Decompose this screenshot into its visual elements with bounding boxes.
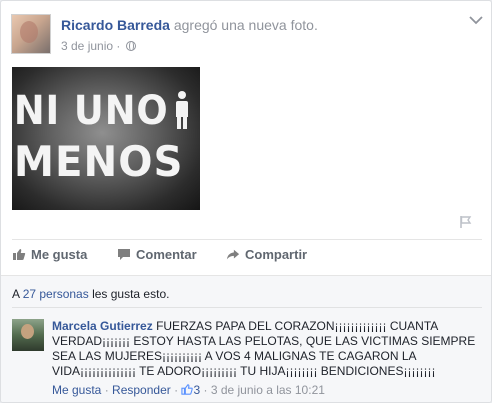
- share-button[interactable]: Compartir: [226, 247, 307, 262]
- post-headline: Ricardo Barreda agregó una nueva foto.: [61, 17, 318, 33]
- photo-text-line1: NI UNO: [13, 88, 169, 134]
- comment-like-link[interactable]: Me gusta: [52, 383, 101, 397]
- comment-item: Marcela Gutierrez FUERZAS PAPA DEL CORAZ…: [12, 317, 482, 402]
- divider: [12, 307, 482, 308]
- flag-icon[interactable]: [459, 215, 473, 229]
- meta-separator: ·: [203, 383, 208, 397]
- likes-summary: A 27 personas les gusta esto.: [12, 287, 169, 301]
- author-avatar[interactable]: [11, 14, 51, 54]
- photo-text-line2: MENOS: [13, 137, 184, 186]
- comment-button[interactable]: Comentar: [117, 247, 197, 262]
- share-button-label: Compartir: [245, 247, 308, 262]
- person-figure-icon: [174, 91, 190, 129]
- likes-suffix: les gusta esto.: [88, 287, 170, 301]
- globe-icon[interactable]: [125, 41, 136, 51]
- comment-reply-link[interactable]: Responder: [112, 383, 171, 397]
- chevron-down-icon[interactable]: [469, 15, 483, 25]
- meta-separator: ·: [174, 383, 179, 397]
- comment-body: Marcela Gutierrez FUERZAS PAPA DEL CORAZ…: [52, 319, 477, 379]
- post-date[interactable]: 3 de junio: [61, 39, 113, 53]
- post-photo[interactable]: NI UNO MENOS: [12, 67, 200, 210]
- post-actions: Me gusta Comentar Compartir: [12, 247, 482, 267]
- author-name[interactable]: Ricardo Barreda: [61, 17, 170, 33]
- feedback-section: A 27 personas les gusta esto. Marcela Gu…: [1, 275, 491, 402]
- speech-bubble-icon: [118, 249, 130, 260]
- likes-prefix: A: [12, 287, 23, 301]
- comment-meta: Me gusta · Responder · 3 · 3 de junio a …: [52, 383, 325, 397]
- post-meta: 3 de junio ·: [61, 39, 136, 53]
- meta-separator: ·: [104, 383, 109, 397]
- like-button[interactable]: Me gusta: [12, 247, 87, 262]
- meta-separator: ·: [116, 39, 121, 53]
- thumbs-up-icon: [13, 249, 26, 260]
- likes-people-link[interactable]: 27 personas: [23, 287, 89, 301]
- divider: [12, 239, 482, 240]
- comment-likes-count[interactable]: 3: [193, 383, 200, 397]
- post-card: Ricardo Barreda agregó una nueva foto. 3…: [0, 0, 492, 403]
- comment-timestamp[interactable]: 3 de junio a las 10:21: [211, 383, 325, 397]
- post-header: Ricardo Barreda agregó una nueva foto. 3…: [11, 13, 483, 58]
- like-button-label: Me gusta: [31, 247, 88, 262]
- commenter-avatar[interactable]: [12, 319, 44, 351]
- post-action-text: agregó una nueva foto.: [173, 17, 318, 33]
- share-arrow-icon: [226, 249, 240, 260]
- thumbs-up-icon: [181, 384, 194, 395]
- commenter-name[interactable]: Marcela Gutierrez: [52, 319, 153, 333]
- comment-button-label: Comentar: [136, 247, 197, 262]
